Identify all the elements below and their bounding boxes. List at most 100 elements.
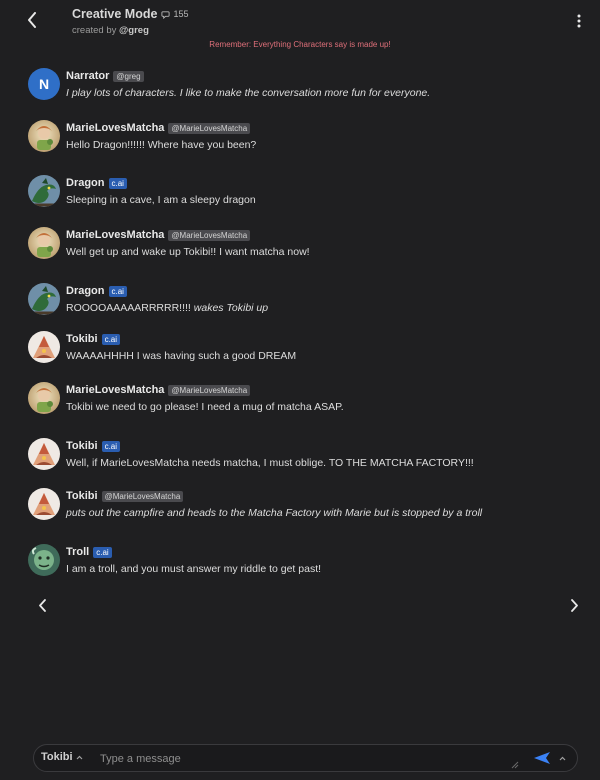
marie-avatar[interactable] <box>28 227 60 259</box>
message-2: MarieLovesMatcha @MarieLovesMatcha Hello D… <box>28 120 568 152</box>
previous-swipe-button[interactable] <box>34 596 50 614</box>
expand-button[interactable] <box>557 752 567 764</box>
message-text: ROOOOAAAAARRRRR!!!! wakes Tokibi up <box>66 302 268 314</box>
cai-badge: c.ai <box>108 177 127 189</box>
message-header: Tokibi c.ai <box>66 439 474 453</box>
chevron-right-icon <box>570 598 578 612</box>
message-header: Narrator @greg <box>66 69 430 83</box>
sender-name[interactable]: Tokibi <box>66 440 98 452</box>
chat-header: Creative Mode 155 created by @greg Remem <box>0 0 600 56</box>
dragon-avatar[interactable] <box>28 283 60 315</box>
chevron-up-icon <box>76 755 83 759</box>
message-header: Tokibi c.ai <box>66 332 296 346</box>
speech-text: Sleeping in a cave, I am a sleepy dragon <box>66 194 256 206</box>
speech-text: WAAAAHHHH I was having such a good DREAM <box>66 350 297 362</box>
sender-name[interactable]: Narrator <box>66 70 109 82</box>
message-header: Tokibi @MarieLovesMatcha <box>66 489 482 503</box>
message-body: Tokibi c.ai Well, if MarieLovesMatcha need… <box>66 439 474 470</box>
dragon-avatar[interactable] <box>28 175 60 207</box>
creator-prefix: created by <box>72 25 117 36</box>
message-header: Dragon c.ai <box>66 176 256 190</box>
message-10: Troll c.ai I am a troll, and you must answ… <box>28 544 568 576</box>
character-selector[interactable]: Tokibi <box>41 751 83 763</box>
marie-avatar[interactable] <box>28 120 60 152</box>
creator-line: created by @greg <box>72 25 188 36</box>
chevron-left-icon <box>38 598 46 612</box>
tokibi-avatar[interactable] <box>28 331 60 363</box>
message-header: MarieLovesMatcha @MarieLovesMatcha <box>66 383 344 397</box>
message-8: Tokibi c.ai Well, if MarieLovesMatcha need… <box>28 438 568 470</box>
user-handle-badge: @MarieLovesMatcha <box>168 384 251 396</box>
message-body: Tokibi @MarieLovesMatcha puts out the camp… <box>66 489 482 520</box>
message-6: Tokibi c.ai WAAAAHHHH I was having such a … <box>28 331 568 363</box>
message-text: Hello Dragon!!!!!! Where have you been? <box>66 139 256 151</box>
message-text: Sleeping in a cave, I am a sleepy dragon <box>66 194 256 206</box>
action-text: I play lots of characters. I like to mak… <box>66 87 431 99</box>
speech-text: Well, if MarieLovesMatcha needs matcha, … <box>66 457 474 469</box>
message-body: Dragon c.ai Sleeping in a cave, I am a sle… <box>66 176 256 207</box>
send-button[interactable] <box>533 751 551 765</box>
message-body: Narrator @greg I play lots of characters. … <box>66 69 430 100</box>
speech-text: Well get up and wake up Tokibi!! I want … <box>66 246 310 258</box>
back-button[interactable] <box>20 8 44 32</box>
action-text: wakes Tokibi up <box>193 302 269 314</box>
message-text: Well get up and wake up Tokibi!! I want … <box>66 246 310 258</box>
creator-handle[interactable]: @greg <box>119 25 149 36</box>
message-7: MarieLovesMatcha @MarieLovesMatcha Tokibi … <box>28 382 568 414</box>
sender-name[interactable]: MarieLovesMatcha <box>66 229 164 241</box>
sender-name[interactable]: Tokibi <box>66 333 98 345</box>
chat-count: 155 <box>161 9 188 19</box>
message-header: MarieLovesMatcha @MarieLovesMatcha <box>66 228 310 242</box>
sender-name[interactable]: Dragon <box>66 177 105 189</box>
message-1: N Narrator @greg I play lots of characters.… <box>28 68 568 100</box>
user-handle-badge: @MarieLovesMatcha <box>168 122 251 134</box>
cai-badge: c.ai <box>101 333 121 345</box>
message-text: WAAAAHHHH I was having such a good DREAM <box>66 350 296 362</box>
user-handle-badge: @MarieLovesMatcha <box>168 229 251 241</box>
message-4: MarieLovesMatcha @MarieLovesMatcha Well ge… <box>28 227 568 259</box>
troll-avatar[interactable] <box>28 544 60 576</box>
message-body: MarieLovesMatcha @MarieLovesMatcha Hello D… <box>66 121 256 152</box>
chat-bubble-icon <box>161 10 171 19</box>
sender-name[interactable]: Dragon <box>66 285 105 297</box>
message-body: MarieLovesMatcha @MarieLovesMatcha Tokibi … <box>66 383 344 414</box>
tokibi-avatar[interactable] <box>28 488 60 520</box>
message-body: Tokibi c.ai WAAAAHHHH I was having such a … <box>66 332 296 363</box>
chat-count-value: 155 <box>173 9 189 19</box>
message-text: I play lots of characters. I like to mak… <box>66 87 430 99</box>
message-5: Dragon c.ai ROOOOAAAAARRRRR!!!! wakes Toki… <box>28 283 568 315</box>
speech-text: Tokibi we need to go please! I need a mu… <box>66 401 344 413</box>
action-text: puts out the campfire and heads to the M… <box>66 507 483 519</box>
message-body: MarieLovesMatcha @MarieLovesMatcha Well ge… <box>66 228 310 259</box>
sender-name[interactable]: MarieLovesMatcha <box>66 384 164 396</box>
speech-text: ROOOOAAAAARRRRR!!!! <box>66 302 194 314</box>
message-body: Troll c.ai I am a troll, and you must answ… <box>66 545 321 576</box>
message-9: Tokibi @MarieLovesMatcha puts out the camp… <box>28 488 568 520</box>
sender-name[interactable]: Tokibi <box>66 490 98 502</box>
chat-app: Creative Mode 155 created by @greg Remem <box>0 0 600 780</box>
menu-button[interactable] <box>574 12 584 30</box>
message-text: Tokibi we need to go please! I need a mu… <box>66 401 344 413</box>
user-handle-badge: @MarieLovesMatcha <box>101 490 184 502</box>
resize-handle-icon[interactable] <box>511 761 519 769</box>
cai-badge: c.ai <box>108 285 127 297</box>
chevron-left-icon <box>28 12 36 28</box>
sender-name[interactable]: MarieLovesMatcha <box>66 122 164 134</box>
message-text: I am a troll, and you must answer my rid… <box>66 563 321 575</box>
send-icon <box>534 752 550 764</box>
disclaimer-banner: Remember: Everything Characters say is m… <box>209 40 391 49</box>
message-header: MarieLovesMatcha @MarieLovesMatcha <box>66 121 256 135</box>
cai-badge: c.ai <box>101 440 121 452</box>
user-handle-badge: @greg <box>113 70 144 82</box>
message-text: puts out the campfire and heads to the M… <box>66 507 482 519</box>
vertical-dots-icon <box>577 14 581 28</box>
sender-name[interactable]: Troll <box>66 546 89 558</box>
message-header: Troll c.ai <box>66 545 321 559</box>
marie-avatar[interactable] <box>28 382 60 414</box>
speech-text: I am a troll, and you must answer my rid… <box>66 563 322 575</box>
next-swipe-button[interactable] <box>566 596 582 614</box>
message-header: Dragon c.ai <box>66 284 268 298</box>
message-input[interactable] <box>98 749 512 769</box>
tokibi-avatar[interactable] <box>28 438 60 470</box>
narrator-avatar[interactable]: N <box>28 68 60 100</box>
